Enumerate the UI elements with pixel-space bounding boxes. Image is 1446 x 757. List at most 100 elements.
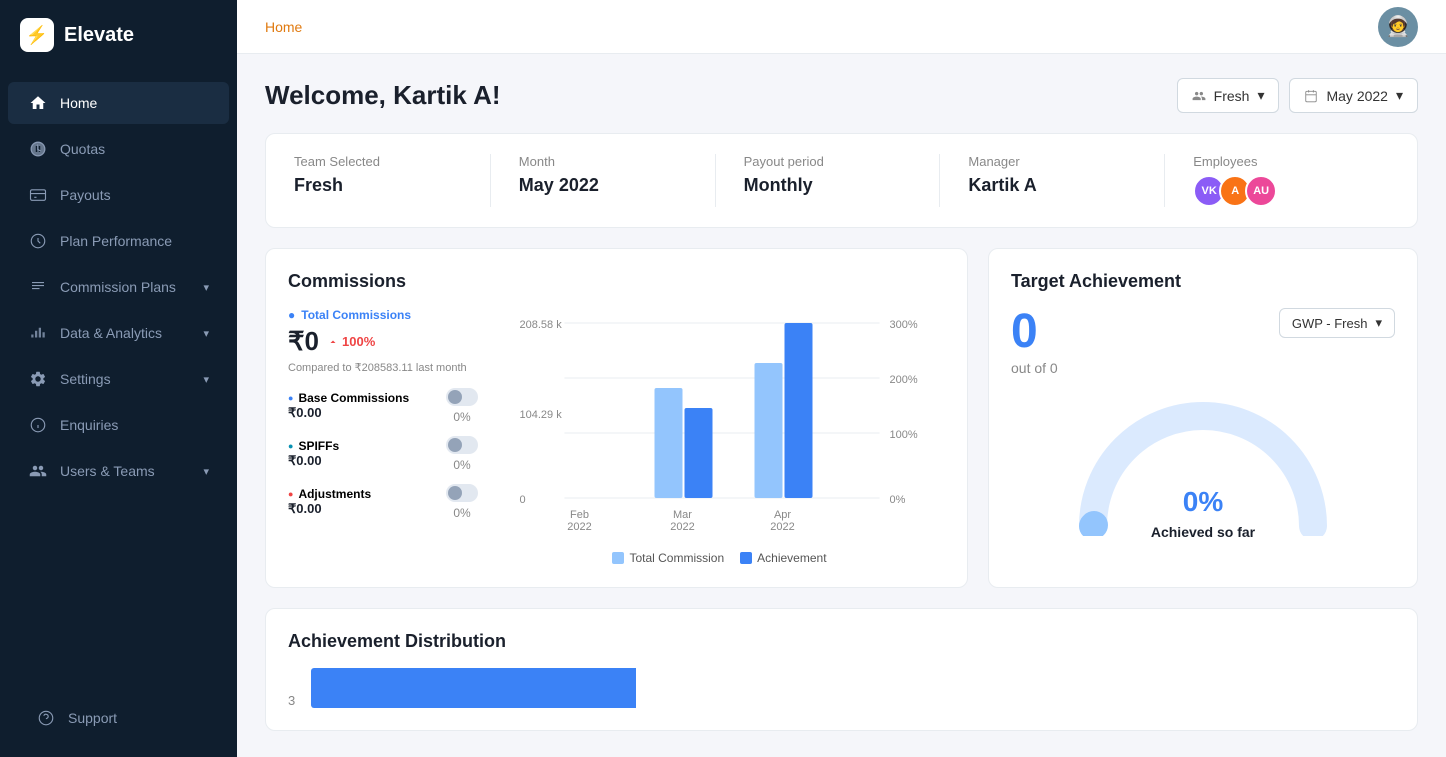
svg-text:2022: 2022 xyxy=(770,521,794,533)
summary-month-value: May 2022 xyxy=(519,175,687,196)
stat-spiffs-pct: 0% xyxy=(453,458,470,472)
sidebar-bottom: Support xyxy=(0,679,237,757)
svg-text:2022: 2022 xyxy=(670,521,694,533)
summary-card: Team Selected Fresh Month May 2022 Payou… xyxy=(265,133,1418,228)
sidebar-settings-label: Settings xyxy=(60,371,191,387)
bar-mar-commission xyxy=(655,388,683,498)
commissions-inner: Total Commissions ₹0 100% Compared to ₹2… xyxy=(288,308,945,565)
page-header: Welcome, Kartik A! Fresh ▾ May 2022 ▾ xyxy=(265,78,1418,113)
summary-payout-label: Payout period xyxy=(744,154,912,169)
sidebar-quotas-label: Quotas xyxy=(60,141,209,157)
commission-plans-arrow: ▾ xyxy=(203,281,209,294)
enquiries-icon xyxy=(28,415,48,435)
svg-text:208.58 k: 208.58 k xyxy=(520,319,563,331)
commissions-title: Commissions xyxy=(288,271,945,292)
page-title: Welcome, Kartik A! xyxy=(265,80,501,111)
header-controls: Fresh ▾ May 2022 ▾ xyxy=(1177,78,1418,113)
breadcrumb[interactable]: Home xyxy=(265,19,302,35)
bar-apr-commission xyxy=(755,363,783,498)
dashboard-grid: Commissions Total Commissions ₹0 100% xyxy=(265,248,1418,588)
target-out-of: out of 0 xyxy=(1011,360,1058,376)
compared-text: Compared to ₹208583.11 last month xyxy=(288,361,478,374)
support-icon xyxy=(36,708,56,728)
gauge-label: Achieved so far xyxy=(1151,524,1255,540)
summary-team: Team Selected Fresh xyxy=(294,154,490,207)
bar-apr-achievement xyxy=(785,323,813,498)
stat-spiffs-name: SPIFFs xyxy=(288,439,339,453)
summary-month: Month May 2022 xyxy=(490,154,715,207)
period-filter-dropdown[interactable]: May 2022 ▾ xyxy=(1289,78,1418,113)
topbar-right: 🧑‍🚀 xyxy=(1378,7,1418,47)
sidebar-item-support[interactable]: Support xyxy=(16,697,221,739)
legend-total-label: Total Commission xyxy=(629,551,724,565)
achievement-distribution-title: Achievement Distribution xyxy=(288,631,1395,652)
target-metric-dropdown[interactable]: GWP - Fresh ▾ xyxy=(1279,308,1395,338)
total-commissions-pct: 100% xyxy=(327,334,375,349)
sidebar-users-teams-label: Users & Teams xyxy=(60,463,191,479)
quotas-icon xyxy=(28,139,48,159)
stat-spiffs-amount: ₹0.00 xyxy=(288,453,322,469)
summary-payout: Payout period Monthly xyxy=(715,154,940,207)
home-icon xyxy=(28,93,48,113)
stat-adjustments-left: Adjustments ₹0.00 xyxy=(288,487,371,517)
stat-adjustments-amount: ₹0.00 xyxy=(288,501,322,517)
legend-total-commission: Total Commission xyxy=(612,551,724,565)
chart-legend: Total Commission Achievement xyxy=(494,551,945,565)
stat-row-base: Base Commissions ₹0.00 0% xyxy=(288,388,478,424)
logo-icon: ⚡ xyxy=(20,18,54,52)
summary-manager-value: Kartik A xyxy=(968,175,1136,196)
summary-manager: Manager Kartik A xyxy=(939,154,1164,207)
stat-spiffs-left: SPIFFs ₹0.00 xyxy=(288,439,339,469)
stat-spiffs-toggle[interactable] xyxy=(446,436,478,454)
sidebar-item-quotas[interactable]: Quotas xyxy=(8,128,229,170)
total-commissions-amount: ₹0 100% xyxy=(288,326,478,357)
team-filter-label: Fresh xyxy=(1214,88,1250,104)
settings-icon xyxy=(28,369,48,389)
sidebar-item-commission-plans[interactable]: Commission Plans ▾ xyxy=(8,266,229,308)
summary-employees: Employees VK A AU xyxy=(1164,154,1389,207)
commission-stats: Total Commissions ₹0 100% Compared to ₹2… xyxy=(288,308,478,565)
stat-adjustments-name: Adjustments xyxy=(288,487,371,501)
chart-svg: 208.58 k 104.29 k 0 300% 200% 100% 0% xyxy=(494,308,945,538)
achievement-distribution-content: 3 xyxy=(288,668,1395,708)
achievement-y-value: 3 xyxy=(288,693,295,708)
sidebar-item-enquiries[interactable]: Enquiries xyxy=(8,404,229,446)
sidebar-plan-performance-label: Plan Performance xyxy=(60,233,209,249)
settings-arrow: ▾ xyxy=(203,373,209,386)
sidebar-item-data-analytics[interactable]: Data & Analytics ▾ xyxy=(8,312,229,354)
team-filter-dropdown[interactable]: Fresh ▾ xyxy=(1177,78,1280,113)
sidebar-commission-plans-label: Commission Plans xyxy=(60,279,191,295)
user-avatar[interactable]: 🧑‍🚀 xyxy=(1378,7,1418,47)
svg-text:2022: 2022 xyxy=(567,521,591,533)
stat-base-toggle[interactable] xyxy=(446,388,478,406)
bar-mar-achievement xyxy=(685,408,713,498)
svg-text:0: 0 xyxy=(520,494,526,506)
legend-achievement-label: Achievement xyxy=(757,551,826,565)
sidebar-item-payouts[interactable]: Payouts xyxy=(8,174,229,216)
target-header: 0 out of 0 GWP - Fresh ▾ xyxy=(1011,308,1395,376)
sidebar: ⚡ Elevate Home Quotas Payouts xyxy=(0,0,237,757)
stat-adjustments-toggle[interactable] xyxy=(446,484,478,502)
stat-row-spiffs: SPIFFs ₹0.00 0% xyxy=(288,436,478,472)
stat-base-amount: ₹0.00 xyxy=(288,405,322,421)
sidebar-item-settings[interactable]: Settings ▾ xyxy=(8,358,229,400)
app-name: Elevate xyxy=(64,24,134,47)
main-content: Home 🧑‍🚀 Welcome, Kartik A! Fresh ▾ May … xyxy=(237,0,1446,757)
sidebar-item-home[interactable]: Home xyxy=(8,82,229,124)
sidebar-payouts-label: Payouts xyxy=(60,187,209,203)
summary-team-value: Fresh xyxy=(294,175,462,196)
svg-text:300%: 300% xyxy=(890,319,918,331)
sidebar-enquiries-label: Enquiries xyxy=(60,417,209,433)
stat-base-pct: 0% xyxy=(453,410,470,424)
sidebar-data-analytics-label: Data & Analytics xyxy=(60,325,191,341)
app-logo[interactable]: ⚡ Elevate xyxy=(0,0,237,70)
sidebar-support-label: Support xyxy=(68,710,201,726)
users-teams-arrow: ▾ xyxy=(203,465,209,478)
sidebar-home-label: Home xyxy=(60,95,209,111)
sidebar-item-users-teams[interactable]: Users & Teams ▾ xyxy=(8,450,229,492)
legend-dot-total xyxy=(612,552,624,564)
sidebar-item-plan-performance[interactable]: Plan Performance xyxy=(8,220,229,262)
stat-row-adjustments: Adjustments ₹0.00 0% xyxy=(288,484,478,520)
payouts-icon xyxy=(28,185,48,205)
page-content: Welcome, Kartik A! Fresh ▾ May 2022 ▾ Te… xyxy=(237,54,1446,757)
